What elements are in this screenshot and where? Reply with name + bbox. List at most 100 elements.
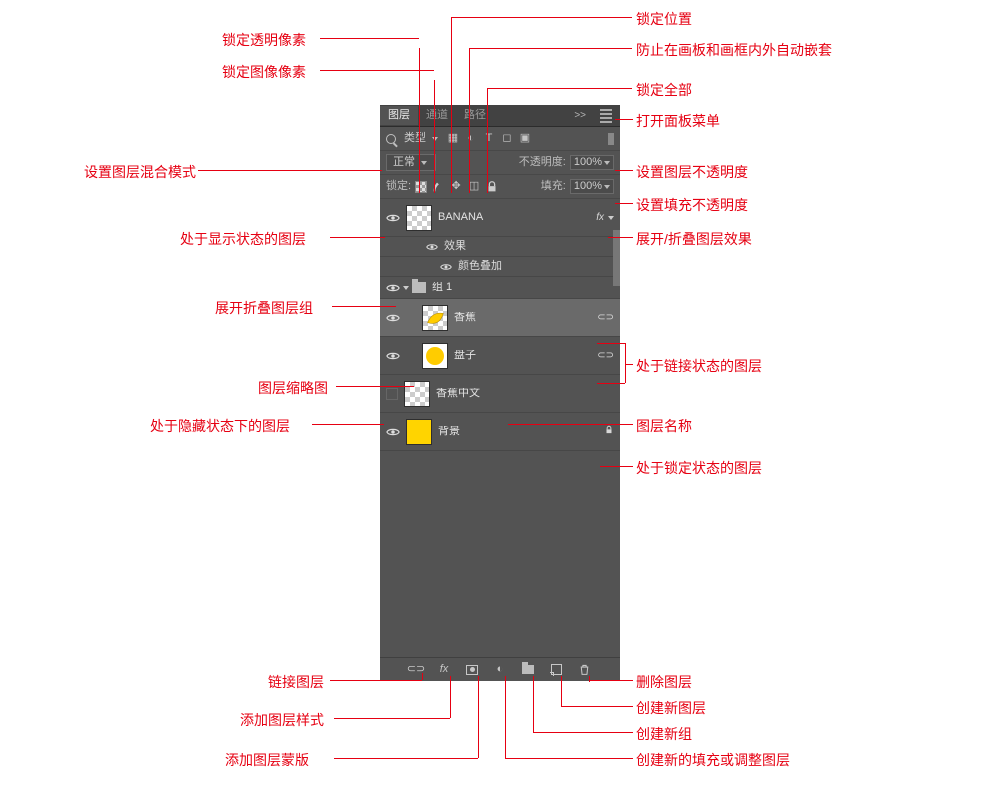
layer-group1[interactable]: 组 1 — [380, 277, 620, 299]
opacity-label: 不透明度: — [519, 157, 566, 168]
search-icon — [386, 134, 396, 144]
tab-layers[interactable]: 图层 — [380, 106, 418, 125]
chevron-down-icon — [432, 137, 438, 141]
lock-icon — [604, 424, 614, 439]
layer-banana-cn[interactable]: 香蕉 ⊂⊃ — [380, 299, 620, 337]
filter-adjust-icon[interactable]: ◐ — [464, 132, 478, 146]
fx-expand-icon[interactable] — [608, 216, 614, 220]
leader — [589, 680, 633, 681]
callout-new-layer: 创建新图层 — [636, 698, 706, 718]
leader — [505, 676, 506, 758]
callout-fill: 设置填充不透明度 — [636, 195, 748, 215]
layer-name-label: 组 1 — [432, 282, 614, 293]
layer-plate[interactable]: 盘子 ⊂⊃ — [380, 337, 620, 375]
opacity-value: 100% — [574, 157, 602, 168]
leader — [533, 676, 534, 732]
lock-label: 锁定: — [386, 181, 411, 192]
leader — [469, 48, 632, 49]
layer-thumbnail[interactable] — [422, 343, 448, 369]
visibility-icon[interactable] — [426, 241, 438, 253]
filter-shape-icon[interactable]: ◻ — [500, 132, 514, 146]
leader — [533, 732, 633, 733]
visibility-icon[interactable] — [386, 349, 400, 363]
opacity-input[interactable]: 100% — [570, 155, 614, 170]
filter-toggle[interactable] — [608, 133, 614, 145]
leader — [451, 17, 452, 193]
filter-row: 类型 ▦ ◐ T ◻ ▣ — [380, 127, 620, 151]
new-layer-button[interactable] — [549, 663, 563, 677]
effects-header[interactable]: 效果 — [380, 237, 620, 257]
callout-link-layers: 链接图层 — [268, 672, 324, 692]
group-twisty-icon[interactable] — [403, 286, 409, 290]
collapse-button[interactable]: >> — [568, 111, 592, 121]
filter-type-icon[interactable]: T — [482, 132, 496, 146]
visibility-off-icon[interactable] — [386, 388, 398, 400]
leader — [608, 237, 633, 238]
leader — [589, 676, 590, 682]
filter-smart-icon[interactable]: ▣ — [518, 132, 532, 146]
callout-visible: 处于显示状态的图层 — [180, 229, 306, 249]
callout-add-style: 添加图层样式 — [240, 710, 324, 730]
filter-kind-dropdown[interactable]: 类型 — [400, 131, 442, 146]
leader — [334, 718, 450, 719]
link-layers-button[interactable]: ⊂⊃ — [409, 663, 423, 677]
folder-icon — [412, 282, 426, 293]
callout-fx-toggle: 展开/折叠图层效果 — [636, 229, 752, 249]
panel-menu-button[interactable] — [592, 108, 620, 124]
visibility-icon[interactable] — [386, 211, 400, 225]
add-mask-button[interactable] — [465, 663, 479, 677]
leader — [330, 237, 385, 238]
new-group-button[interactable] — [521, 663, 535, 677]
panel-tabbar: 图层 通道 路径 >> — [380, 105, 620, 127]
leader — [615, 203, 633, 204]
chevron-down-icon — [604, 185, 610, 189]
leader — [320, 70, 434, 71]
layer-name-label: BANANA — [438, 212, 596, 223]
leader — [597, 383, 625, 384]
add-style-button[interactable]: fx — [437, 663, 451, 677]
leader — [505, 758, 633, 759]
leader — [434, 80, 435, 193]
callout-blend-mode: 设置图层混合模式 — [66, 162, 196, 182]
visibility-icon[interactable] — [386, 425, 400, 439]
tab-paths[interactable]: 路径 — [456, 106, 494, 125]
layer-thumbnail[interactable] — [422, 305, 448, 331]
leader — [469, 48, 470, 193]
leader — [615, 170, 633, 171]
leader — [334, 758, 478, 759]
callout-thumbnail: 图层缩略图 — [258, 378, 328, 398]
leader — [330, 680, 422, 681]
layer-name-label: 香蕉 — [454, 312, 593, 323]
callout-add-mask: 添加图层蒙版 — [225, 750, 309, 770]
callout-lock-all: 锁定全部 — [636, 80, 692, 100]
filter-image-icon[interactable]: ▦ — [446, 132, 460, 146]
callout-panel-menu: 打开面板菜单 — [636, 111, 720, 131]
callout-delete: 删除图层 — [636, 672, 692, 692]
delete-layer-button[interactable] — [577, 663, 591, 677]
leader — [625, 364, 633, 365]
leader — [450, 676, 451, 718]
leader — [487, 88, 632, 89]
layer-banana-text[interactable]: 香蕉中文 — [380, 375, 620, 413]
layer-banana-en[interactable]: BANANA fx — [380, 199, 620, 237]
scrollbar[interactable] — [613, 230, 620, 286]
fill-input[interactable]: 100% — [570, 179, 614, 194]
chevron-down-icon — [421, 161, 427, 165]
visibility-icon[interactable] — [386, 311, 400, 325]
callout-hidden: 处于隐藏状态下的图层 — [150, 416, 290, 436]
effect-color-overlay[interactable]: 颜色叠加 — [380, 257, 620, 277]
fill-label: 填充: — [541, 181, 566, 192]
layer-background[interactable]: 背景 — [380, 413, 620, 451]
visibility-icon[interactable] — [440, 261, 452, 273]
layer-name-label: 盘子 — [454, 350, 593, 361]
layer-thumbnail[interactable] — [406, 205, 432, 231]
new-fill-adjust-button[interactable]: ◐ — [493, 663, 507, 677]
callout-opacity: 设置图层不透明度 — [636, 162, 748, 182]
layer-thumbnail[interactable] — [404, 381, 430, 407]
visibility-icon[interactable] — [386, 281, 400, 295]
layer-thumbnail[interactable] — [406, 419, 432, 445]
leader — [336, 386, 414, 387]
blend-mode-dropdown[interactable]: 正常 — [386, 154, 436, 171]
fx-badge: fx — [596, 213, 604, 223]
lock-transparent-icon[interactable] — [415, 181, 427, 193]
